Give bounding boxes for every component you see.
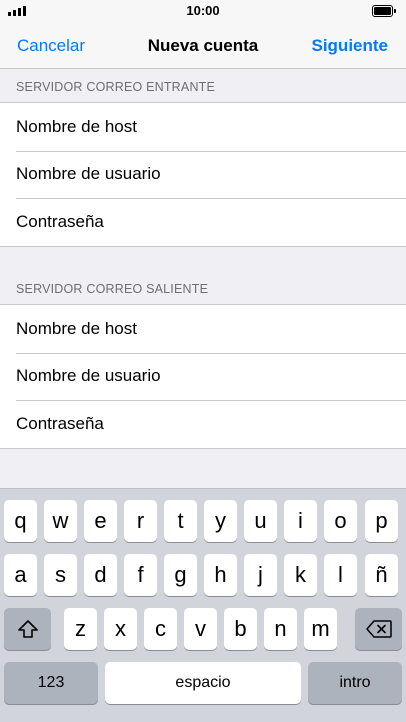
key-q[interactable]: q xyxy=(4,500,37,542)
key-u[interactable]: u xyxy=(244,500,277,542)
key-x[interactable]: x xyxy=(104,608,137,650)
outgoing-username-field[interactable]: Nombre de usuario xyxy=(0,352,406,401)
key-m[interactable]: m xyxy=(304,608,337,650)
key-k[interactable]: k xyxy=(284,554,317,596)
return-key[interactable]: intro xyxy=(308,662,402,704)
key-t[interactable]: t xyxy=(164,500,197,542)
key-e[interactable]: e xyxy=(84,500,117,542)
field-label: Nombre de usuario xyxy=(16,366,161,386)
key-i[interactable]: i xyxy=(284,500,317,542)
key-p[interactable]: p xyxy=(365,500,398,542)
key-h[interactable]: h xyxy=(204,554,237,596)
key-g[interactable]: g xyxy=(164,554,197,596)
field-label: Contraseña xyxy=(16,413,104,433)
next-button[interactable]: Siguiente xyxy=(311,36,388,56)
numbers-key[interactable]: 123 xyxy=(4,662,98,704)
outgoing-section-header: SERVIDOR CORREO SALIENTE xyxy=(16,282,209,296)
key-v[interactable]: v xyxy=(184,608,217,650)
key-w[interactable]: w xyxy=(44,500,77,542)
shift-key[interactable] xyxy=(4,608,51,650)
key-y[interactable]: y xyxy=(204,500,237,542)
incoming-password-field[interactable]: Contraseña xyxy=(0,198,406,246)
outgoing-hostname-field[interactable]: Nombre de host xyxy=(0,305,406,353)
key-a[interactable]: a xyxy=(4,554,37,596)
field-label: Nombre de usuario xyxy=(16,164,161,184)
key-r[interactable]: r xyxy=(124,500,157,542)
key-c[interactable]: c xyxy=(144,608,177,650)
key-n[interactable]: n xyxy=(264,608,297,650)
incoming-server-group: Nombre de host Nombre de usuario Contras… xyxy=(0,102,406,247)
key-d[interactable]: d xyxy=(84,554,117,596)
backspace-icon xyxy=(365,620,392,638)
keyboard: q w e r t y u i o p a s d f g h j k l ñ … xyxy=(0,488,406,722)
field-label: Contraseña xyxy=(16,211,104,231)
key-b[interactable]: b xyxy=(224,608,257,650)
field-label: Nombre de host xyxy=(16,318,137,338)
key-z[interactable]: z xyxy=(64,608,97,650)
battery-icon xyxy=(372,5,396,17)
key-s[interactable]: s xyxy=(44,554,77,596)
key-j[interactable]: j xyxy=(244,554,277,596)
key-l[interactable]: l xyxy=(324,554,357,596)
key-f[interactable]: f xyxy=(124,554,157,596)
key-o[interactable]: o xyxy=(324,500,357,542)
key-enye[interactable]: ñ xyxy=(365,554,398,596)
status-time: 10:00 xyxy=(186,3,220,18)
incoming-username-field[interactable]: Nombre de usuario xyxy=(0,150,406,199)
status-bar: 10:00 xyxy=(0,0,406,22)
outgoing-server-group: Nombre de host Nombre de usuario Contras… xyxy=(0,304,406,449)
backspace-key[interactable] xyxy=(355,608,402,650)
shift-icon xyxy=(17,620,38,638)
field-label: Nombre de host xyxy=(16,116,137,136)
outgoing-password-field[interactable]: Contraseña xyxy=(0,400,406,448)
nav-bar: Cancelar Nueva cuenta Siguiente xyxy=(0,22,406,69)
incoming-section-header: SERVIDOR CORREO ENTRANTE xyxy=(16,80,216,94)
incoming-hostname-field[interactable]: Nombre de host xyxy=(0,103,406,151)
space-key[interactable]: espacio xyxy=(105,662,301,704)
